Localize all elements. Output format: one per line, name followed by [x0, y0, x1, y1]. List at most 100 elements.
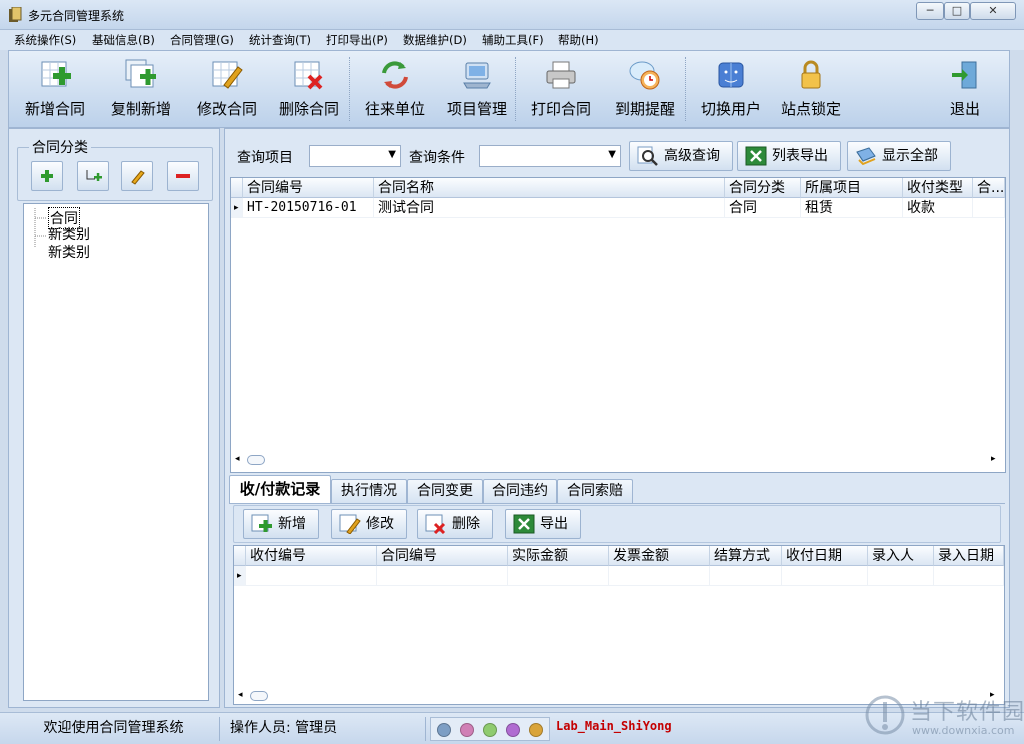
color-dot-purple[interactable] — [506, 723, 520, 737]
col-contract-no[interactable]: 合同编号 — [377, 546, 508, 566]
table-cell[interactable]: 收款 — [903, 198, 973, 218]
menu-tools[interactable]: 辅助工具(F) — [482, 32, 544, 48]
add-record-button[interactable]: 新增 — [243, 509, 319, 539]
scroll-thumb[interactable] — [247, 455, 265, 465]
add-category-button[interactable] — [31, 161, 63, 191]
new-contract-icon — [41, 61, 71, 87]
table-cell[interactable] — [973, 198, 1005, 218]
table-cell[interactable] — [782, 566, 868, 586]
edit-category-button[interactable] — [121, 161, 153, 191]
new-contract-button[interactable]: 新增合同 — [15, 51, 95, 127]
tab-change[interactable]: 合同变更 — [407, 479, 483, 503]
query-condition-select[interactable]: ▼ — [479, 145, 621, 167]
col-more[interactable]: 合... — [973, 178, 1005, 198]
tree-node-new-category[interactable]: 新类别 — [48, 224, 90, 244]
pencil-icon — [131, 170, 145, 185]
maximize-button[interactable]: □ — [944, 2, 970, 20]
col-project[interactable]: 所属项目 — [801, 178, 903, 198]
table-cell[interactable] — [609, 566, 710, 586]
table-cell[interactable] — [934, 566, 1004, 586]
color-dot-orange[interactable] — [529, 723, 543, 737]
menu-statistics[interactable]: 统计查询(T) — [249, 32, 311, 48]
color-dot-blue[interactable] — [437, 723, 451, 737]
tab-payment-records[interactable]: 收/付款记录 — [229, 475, 331, 503]
menu-system[interactable]: 系统操作(S) — [14, 32, 76, 48]
print-contract-button[interactable]: 打印合同 — [519, 51, 603, 127]
refresh-arrows-icon — [382, 61, 408, 89]
lock-station-label: 站点锁定 — [780, 100, 841, 118]
edit-contract-button[interactable]: 修改合同 — [185, 51, 269, 127]
menu-basic-info[interactable]: 基础信息(B) — [92, 32, 155, 48]
scroll-thumb[interactable] — [250, 691, 268, 701]
menu-help[interactable]: 帮助(H) — [558, 32, 599, 48]
scroll-left-icon[interactable]: ◂ — [235, 454, 240, 464]
color-dot-green[interactable] — [483, 723, 497, 737]
col-payment-no[interactable]: 收付编号 — [246, 546, 377, 566]
lock-station-button[interactable]: 站点锁定 — [769, 51, 853, 127]
table-cell[interactable]: HT-20150716-01 — [243, 198, 374, 218]
export-list-button[interactable]: 列表导出 — [737, 141, 841, 171]
tab-execution[interactable]: 执行情况 — [331, 479, 407, 503]
table-cell[interactable] — [508, 566, 609, 586]
delete-contract-button[interactable]: 删除合同 — [267, 51, 351, 127]
projects-button[interactable]: 项目管理 — [435, 51, 519, 127]
row-header-corner — [234, 546, 246, 566]
partners-button[interactable]: 往来单位 — [355, 51, 435, 127]
col-contract-no[interactable]: 合同编号 — [243, 178, 374, 198]
col-invoice-amount[interactable]: 发票金额 — [609, 546, 710, 566]
menu-print-export[interactable]: 打印导出(P) — [326, 32, 388, 48]
menu-contract[interactable]: 合同管理(G) — [170, 32, 234, 48]
menu-data-maintenance[interactable]: 数据维护(D) — [403, 32, 467, 48]
switch-user-button[interactable]: 切换用户 — [689, 51, 773, 127]
table-cell[interactable] — [246, 566, 377, 586]
col-contract-category[interactable]: 合同分类 — [725, 178, 801, 198]
show-all-button[interactable]: 显示全部 — [847, 141, 951, 171]
scroll-left-icon[interactable]: ◂ — [238, 690, 243, 700]
edit-record-label: 修改 — [366, 516, 394, 532]
exit-door-icon — [952, 61, 977, 89]
scroll-right-icon[interactable]: ▸ — [991, 454, 996, 464]
table-cell[interactable] — [710, 566, 782, 586]
tab-claim[interactable]: 合同索赔 — [557, 479, 633, 503]
menu-bar: 系统操作(S) 基础信息(B) 合同管理(G) 统计查询(T) 打印导出(P) … — [0, 30, 1024, 50]
query-condition-label: 查询条件 — [409, 150, 465, 166]
edit-record-button[interactable]: 修改 — [331, 509, 407, 539]
color-dot-pink[interactable] — [460, 723, 474, 737]
tab-breach[interactable]: 合同违约 — [483, 479, 557, 503]
watermark-logo — [865, 695, 905, 735]
delete-record-button[interactable]: 删除 — [417, 509, 493, 539]
col-contract-name[interactable]: 合同名称 — [374, 178, 725, 198]
toolbar-separator — [685, 57, 688, 121]
expiry-reminder-button[interactable]: 到期提醒 — [603, 51, 687, 127]
table-cell[interactable] — [377, 566, 508, 586]
col-pay-date[interactable]: 收付日期 — [782, 546, 868, 566]
minimize-button[interactable]: ─ — [916, 2, 944, 20]
table-cell[interactable]: 租赁 — [801, 198, 903, 218]
contract-main-panel: 查询项目 ▼ 查询条件 ▼ 高级查询 列表导出 显示全部 合同编号 合同名称 合… — [224, 128, 1010, 708]
close-button[interactable]: ✕ — [970, 2, 1016, 20]
col-settlement[interactable]: 结算方式 — [710, 546, 782, 566]
add-subcategory-button[interactable] — [77, 161, 109, 191]
exit-button[interactable]: 退出 — [925, 51, 1005, 127]
col-entry-date[interactable]: 录入日期 — [934, 546, 1004, 566]
exit-label: 退出 — [949, 100, 980, 118]
table-cell[interactable]: 合同 — [725, 198, 801, 218]
tree-node-new-category[interactable]: 新类别 — [48, 242, 90, 262]
delete-category-button[interactable] — [167, 161, 199, 191]
advanced-query-button[interactable]: 高级查询 — [629, 141, 733, 171]
copy-new-button[interactable]: 复制新增 — [99, 51, 183, 127]
export-record-button[interactable]: 导出 — [505, 509, 581, 539]
col-actual-amount[interactable]: 实际金额 — [508, 546, 609, 566]
horizontal-scrollbar[interactable]: ◂ ▸ — [231, 452, 1005, 468]
magnifier-icon — [637, 146, 658, 166]
new-contract-label: 新增合同 — [24, 100, 85, 118]
printer-icon — [546, 61, 576, 89]
table-cell[interactable] — [868, 566, 934, 586]
col-payment-type[interactable]: 收付类型 — [903, 178, 973, 198]
table-cell[interactable]: 测试合同 — [374, 198, 725, 218]
category-tree: 合同 新类别 新类别 — [23, 203, 209, 701]
col-entered-by[interactable]: 录入人 — [868, 546, 934, 566]
delete-record-icon — [425, 514, 446, 534]
print-contract-label: 打印合同 — [530, 100, 591, 118]
query-item-select[interactable]: ▼ — [309, 145, 401, 167]
